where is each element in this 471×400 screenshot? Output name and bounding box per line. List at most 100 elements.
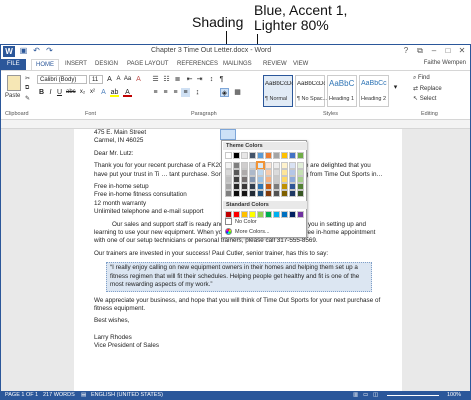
theme-color-swatch[interactable] (241, 152, 248, 159)
theme-color-swatch[interactable] (289, 169, 296, 176)
replace-button[interactable]: ⇄ Replace (413, 85, 442, 92)
multilevel-list-icon[interactable]: ≣ (173, 75, 182, 84)
theme-color-swatch[interactable] (289, 190, 296, 197)
theme-color-swatch[interactable] (225, 152, 232, 159)
standard-color-swatch[interactable] (233, 211, 240, 218)
theme-color-swatch[interactable] (257, 169, 264, 176)
tab-insert[interactable]: INSERT (65, 59, 87, 70)
word-count[interactable]: 217 WORDS (43, 392, 75, 398)
theme-color-swatch[interactable] (273, 176, 280, 183)
standard-color-swatch[interactable] (257, 211, 264, 218)
increase-indent-icon[interactable]: ⇥ (195, 75, 204, 84)
standard-color-swatch[interactable] (225, 211, 232, 218)
shading-dropdown-button[interactable] (220, 129, 236, 140)
superscript-button[interactable]: x² (88, 88, 97, 97)
italic-button[interactable]: I (46, 88, 55, 97)
tab-page-layout[interactable]: PAGE LAYOUT (127, 59, 168, 70)
theme-color-swatch[interactable] (289, 162, 296, 169)
theme-color-swatch[interactable] (297, 183, 304, 190)
highlight-color-icon[interactable]: ab (110, 88, 119, 97)
standard-color-swatch[interactable] (241, 211, 248, 218)
font-name-dropdown[interactable]: Calibri (Body) (37, 75, 87, 84)
sort-icon[interactable]: ↕ (207, 75, 216, 84)
theme-color-swatch[interactable] (281, 176, 288, 183)
font-size-dropdown[interactable]: 11 (89, 75, 103, 84)
paste-button[interactable]: Paste (5, 93, 20, 99)
theme-color-swatch[interactable] (257, 152, 264, 159)
theme-color-swatch[interactable] (241, 190, 248, 197)
web-layout-icon[interactable]: ◫ (373, 392, 378, 398)
read-mode-icon[interactable]: ▥ (353, 392, 358, 398)
standard-color-swatch[interactable] (265, 211, 272, 218)
standard-color-swatch[interactable] (297, 211, 304, 218)
theme-color-swatch[interactable] (289, 176, 296, 183)
minimize-button[interactable]: – (428, 45, 440, 57)
cut-icon[interactable]: ✂ (25, 75, 30, 82)
change-case-icon[interactable]: Aa (123, 75, 132, 84)
more-colors-option[interactable]: More Colors... (225, 228, 270, 235)
theme-color-swatch[interactable] (257, 183, 264, 190)
underline-button[interactable]: U (55, 88, 64, 97)
theme-color-swatch[interactable] (281, 183, 288, 190)
format-painter-icon[interactable]: ✎ (25, 95, 30, 102)
theme-color-swatch[interactable] (241, 183, 248, 190)
theme-color-swatch[interactable] (233, 190, 240, 197)
theme-color-swatch[interactable] (281, 162, 288, 169)
theme-color-swatch[interactable] (257, 176, 264, 183)
theme-color-swatch[interactable] (273, 183, 280, 190)
theme-color-swatch[interactable] (249, 176, 256, 183)
grow-font-icon[interactable]: A (105, 75, 114, 84)
theme-color-swatch[interactable] (257, 162, 264, 169)
maximize-button[interactable]: □ (442, 45, 454, 57)
copy-icon[interactable]: ⧉ (25, 85, 29, 92)
align-left-icon[interactable]: ≡ (151, 88, 160, 97)
theme-color-swatch[interactable] (241, 162, 248, 169)
theme-color-swatch[interactable] (233, 152, 240, 159)
theme-color-swatch[interactable] (225, 190, 232, 197)
redo-icon[interactable]: ↷ (45, 46, 54, 56)
show-marks-icon[interactable]: ¶ (217, 75, 226, 84)
theme-color-swatch[interactable] (249, 152, 256, 159)
theme-color-swatch[interactable] (273, 169, 280, 176)
theme-color-swatch[interactable] (273, 152, 280, 159)
close-button[interactable]: ✕ (456, 45, 468, 57)
tab-mailings[interactable]: MAILINGS (223, 59, 252, 70)
word-logo-icon[interactable]: W (3, 46, 15, 57)
standard-color-swatch[interactable] (289, 211, 296, 218)
theme-color-swatch[interactable] (273, 190, 280, 197)
no-color-option[interactable]: No Color (225, 218, 257, 225)
numbering-icon[interactable]: ☷ (162, 75, 171, 84)
save-icon[interactable]: ▣ (19, 46, 28, 56)
theme-color-swatch[interactable] (233, 169, 240, 176)
tab-file[interactable]: FILE (1, 59, 26, 70)
theme-color-swatch[interactable] (265, 176, 272, 183)
standard-color-swatch[interactable] (273, 211, 280, 218)
theme-color-swatch[interactable] (265, 152, 272, 159)
decrease-indent-icon[interactable]: ⇤ (185, 75, 194, 84)
language[interactable]: ENGLISH (UNITED STATES) (91, 392, 163, 398)
theme-color-swatch[interactable] (273, 162, 280, 169)
bold-button[interactable]: B (37, 88, 46, 97)
paste-icon[interactable] (7, 75, 21, 91)
theme-color-swatch[interactable] (249, 183, 256, 190)
theme-color-swatch[interactable] (297, 162, 304, 169)
clear-formatting-icon[interactable]: A (134, 75, 143, 84)
theme-color-swatch[interactable] (233, 162, 240, 169)
theme-color-swatch[interactable] (225, 162, 232, 169)
select-button[interactable]: ↖ Select (413, 95, 436, 102)
tab-review[interactable]: REVIEW (263, 59, 287, 70)
style-heading-2[interactable]: AaBbCc Heading 2 (359, 75, 389, 107)
theme-color-swatch[interactable] (257, 190, 264, 197)
theme-color-swatch[interactable] (241, 176, 248, 183)
theme-color-swatch[interactable] (249, 190, 256, 197)
zoom-level[interactable]: 100% (447, 392, 461, 398)
font-color-icon[interactable]: A (123, 88, 132, 97)
find-button[interactable]: ⌕ Find (413, 75, 430, 82)
print-layout-icon[interactable]: ▭ (363, 392, 368, 398)
theme-color-swatch[interactable] (297, 169, 304, 176)
theme-color-swatch[interactable] (265, 162, 272, 169)
theme-color-swatch[interactable] (297, 190, 304, 197)
subscript-button[interactable]: x₂ (78, 88, 87, 97)
tab-design[interactable]: DESIGN (95, 59, 118, 70)
standard-color-swatch[interactable] (249, 211, 256, 218)
